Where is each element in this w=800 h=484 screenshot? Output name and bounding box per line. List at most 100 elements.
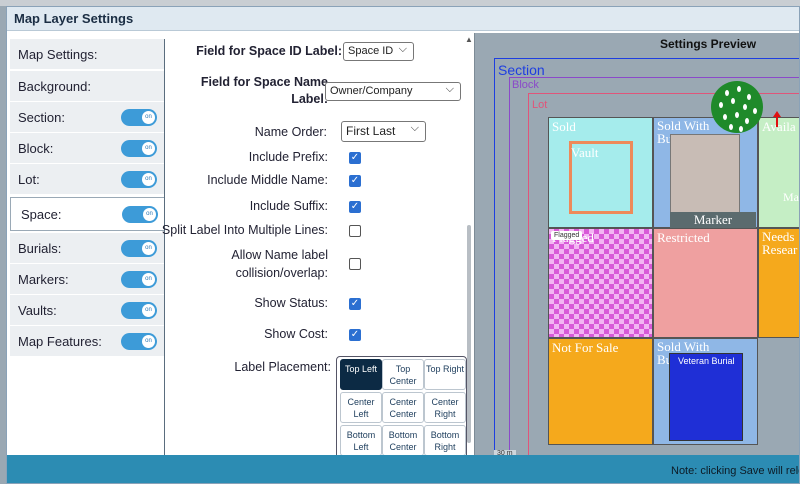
chevron-down-icon: ⌵: [398, 43, 407, 55]
block-label: Block: [512, 79, 539, 91]
space-label: Needs Resear: [762, 229, 798, 257]
sidebar-item-vaults[interactable]: Vaults: on: [10, 295, 166, 326]
space-toggle[interactable]: on: [122, 206, 158, 223]
sidebar-item-map-settings[interactable]: Map Settings:: [10, 39, 166, 70]
settings-preview-panel: Settings Preview Section Block Lot Sold …: [474, 33, 799, 459]
toggle-state: on: [142, 335, 155, 348]
sidebar-item-map-features[interactable]: Map Features: on: [10, 326, 166, 357]
placement-center-left[interactable]: Center Left: [340, 392, 382, 423]
show-status-checkbox[interactable]: ✓: [349, 298, 361, 310]
sidebar-item-label: Burials:: [18, 241, 62, 256]
include-suffix-checkbox[interactable]: ✓: [349, 201, 361, 213]
sidebar-item-label: Lot:: [18, 172, 40, 187]
lot-label: Lot: [532, 99, 548, 111]
arrow-marker-icon: [773, 111, 781, 127]
sidebar-item-label: Map Settings:: [18, 47, 98, 62]
burials-toggle[interactable]: on: [121, 240, 157, 257]
section-toggle[interactable]: on: [121, 109, 157, 126]
toggle-state: on: [142, 273, 155, 286]
toggle-state: on: [143, 208, 156, 221]
sidebar-item-label: Vaults:: [18, 303, 57, 318]
toggle-state: on: [142, 242, 155, 255]
space-restricted[interactable]: Restricted: [653, 228, 758, 338]
placement-center-right[interactable]: Center Right: [424, 392, 466, 423]
placement-bottom-right[interactable]: Bottom Right: [424, 425, 466, 456]
sidebar-item-label: Space:: [21, 207, 62, 222]
placement-bottom-center[interactable]: Bottom Center: [382, 425, 424, 456]
label-placement-label: Label Placement:: [234, 360, 331, 374]
space-needs-research[interactable]: Needs Resear: [758, 228, 799, 338]
sidebar-item-background[interactable]: Background:: [10, 71, 166, 102]
space-id-value: Space ID: [348, 45, 394, 57]
placement-top-right[interactable]: Top Right: [424, 359, 466, 390]
settings-sidebar: Map Settings: Background: Section: on Blo…: [10, 39, 168, 455]
toggle-state: on: [142, 173, 155, 186]
name-order-value: First Last: [346, 124, 396, 138]
space-sold-with-burial-veteran[interactable]: Sold With Burial Veteran Burial: [653, 338, 758, 445]
toggle-state: on: [142, 304, 155, 317]
space-label: Not For Sale: [552, 340, 619, 355]
dialog-footer: Note: clicking Save will relo: [7, 455, 800, 483]
sidebar-item-label: Section:: [18, 110, 65, 125]
sidebar-item-lot[interactable]: Lot: on: [10, 164, 166, 195]
space-not-for-sale[interactable]: Not For Sale: [548, 338, 653, 445]
map-features-toggle[interactable]: on: [121, 333, 157, 350]
marker-label: Marker: [670, 212, 756, 229]
dialog-title: Map Layer Settings: [14, 11, 134, 26]
label-placement-grid: Top Left Top Center Top Right Center Lef…: [336, 356, 467, 460]
show-cost-checkbox[interactable]: ✓: [349, 329, 361, 341]
map-layer-settings-dialog: Map Layer Settings Map Settings: Backgro…: [6, 6, 800, 484]
name-order-label: Name Order:: [254, 125, 327, 139]
markers-toggle[interactable]: on: [121, 271, 157, 288]
space-name-value: Owner/Company: [330, 85, 413, 97]
chevron-down-icon: ⌵: [445, 83, 454, 95]
sidebar-item-burials[interactable]: Burials: on: [10, 233, 166, 264]
sidebar-item-space[interactable]: Space: on: [10, 197, 168, 231]
form-scrollbar[interactable]: ▲: [465, 35, 473, 455]
include-middle-checkbox[interactable]: ✓: [349, 175, 361, 187]
vaults-toggle[interactable]: on: [121, 302, 157, 319]
show-cost-label: Show Cost:: [264, 327, 328, 341]
sidebar-item-block[interactable]: Block: on: [10, 133, 166, 164]
allow-collision-checkbox[interactable]: [349, 258, 361, 270]
space-name-select[interactable]: Owner/Company ⌵: [325, 82, 461, 101]
lot-toggle[interactable]: on: [121, 171, 157, 188]
sidebar-item-label: Map Features:: [18, 334, 102, 349]
sidebar-item-label: Background:: [18, 79, 91, 94]
section-label: Section: [498, 62, 545, 78]
space-id-select[interactable]: Space ID ⌵: [343, 42, 414, 61]
veteran-burial-box: [669, 353, 743, 441]
placement-center-center[interactable]: Center Center: [382, 392, 424, 423]
sidebar-item-section[interactable]: Section: on: [10, 102, 166, 133]
tree-icon: [709, 79, 765, 135]
include-prefix-checkbox[interactable]: ✓: [349, 152, 361, 164]
placement-top-center[interactable]: Top Center: [382, 359, 424, 390]
sidebar-item-markers[interactable]: Markers: on: [10, 264, 166, 295]
name-order-select[interactable]: First Last ⌵: [341, 121, 426, 142]
dialog-titlebar: Map Layer Settings: [7, 7, 799, 31]
space-id-label: Field for Space ID Label:: [196, 44, 342, 58]
space-sold[interactable]: Sold Vault: [548, 117, 653, 228]
placement-bottom-left[interactable]: Bottom Left: [340, 425, 382, 456]
sidebar-item-label: Block:: [18, 141, 54, 156]
space-label: Restricted: [657, 230, 710, 245]
space-label: Sold: [552, 119, 576, 134]
show-status-label: Show Status:: [254, 296, 328, 310]
include-prefix-label: Include Prefix:: [248, 150, 328, 164]
partial-label: Ma: [783, 190, 799, 204]
space-flagged[interactable]: Flagged Flagged: [548, 228, 653, 338]
split-label-checkbox[interactable]: [349, 225, 361, 237]
space-name-label: Field for Space Name Label:: [200, 75, 328, 106]
scroll-up-arrow-icon[interactable]: ▲: [465, 35, 473, 44]
scrollbar-thumb[interactable]: [467, 225, 471, 443]
sidebar-item-label: Markers:: [18, 272, 69, 287]
include-middle-label: Include Middle Name:: [207, 173, 328, 187]
chevron-down-icon: ⌵: [410, 122, 419, 134]
placement-top-left[interactable]: Top Left: [340, 359, 382, 390]
include-suffix-label: Include Suffix:: [249, 199, 328, 213]
toggle-state: on: [142, 111, 155, 124]
toggle-state: on: [142, 142, 155, 155]
split-label-label: Split Label Into Multiple Lines:: [161, 223, 328, 237]
block-toggle[interactable]: on: [121, 140, 157, 157]
footer-note: Note: clicking Save will relo: [671, 465, 800, 477]
